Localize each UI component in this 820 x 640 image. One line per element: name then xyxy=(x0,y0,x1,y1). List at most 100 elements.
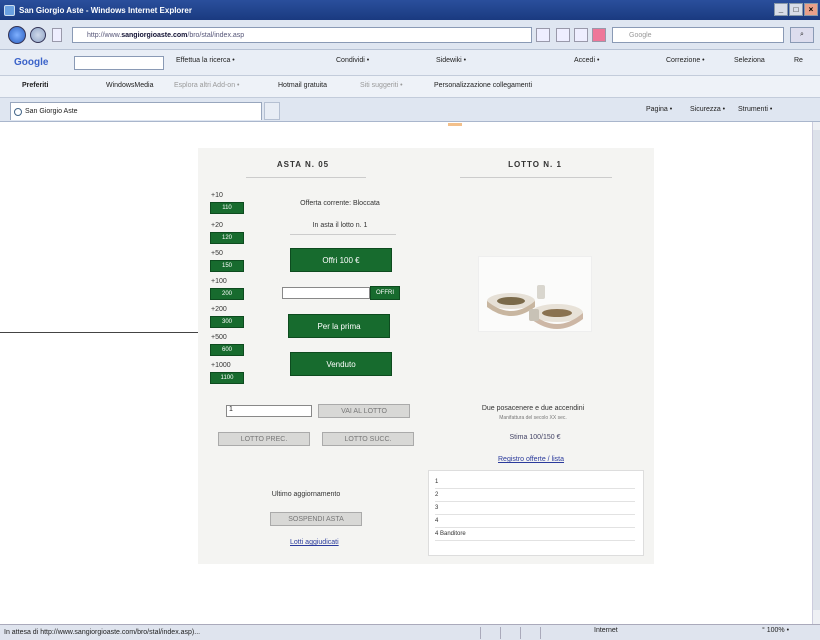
close-button[interactable]: × xyxy=(804,3,818,16)
suspend-auction-button[interactable]: SOSPENDI ASTA xyxy=(270,512,362,526)
lot-estimate: Stima 100/150 € xyxy=(509,434,561,441)
title-bar: San Giorgio Aste - Windows Internet Expl… xyxy=(0,0,820,20)
lot-header: LOTTO N. 1 xyxy=(508,160,562,169)
increment-label-10: +10 xyxy=(211,192,223,199)
window-title: San Giorgio Aste - Windows Internet Expl… xyxy=(19,5,192,15)
new-tab-button[interactable] xyxy=(264,102,280,120)
maximize-button[interactable]: □ xyxy=(789,3,803,16)
prev-lot-button[interactable]: LOTTO PREC. xyxy=(218,432,310,446)
increment-label-500: +500 xyxy=(211,334,227,341)
awarded-lots-link[interactable]: Lotti aggiudicati xyxy=(290,539,339,546)
first-call-button[interactable]: Per la prima xyxy=(288,314,390,338)
auction-header: ASTA N. 05 xyxy=(276,160,330,169)
current-offer-text: Offerta corrente: Bloccata xyxy=(300,200,380,207)
goto-lot-button[interactable]: VAI AL LOTTO xyxy=(318,404,410,418)
history-row: 4 xyxy=(435,518,635,528)
url-domain: sangiorgioaste.com xyxy=(121,31,188,39)
compat-view-button[interactable] xyxy=(556,28,570,42)
increment-label-1000: +1000 xyxy=(211,362,231,369)
browser-window: San Giorgio Aste - Windows Internet Expl… xyxy=(0,0,820,640)
tab-bar: San Giorgio Aste Pagina • Sicurezza • St… xyxy=(0,98,820,122)
fav-suggested[interactable]: Siti suggeriti • xyxy=(360,82,403,89)
increment-button-100[interactable]: 200 xyxy=(210,288,244,300)
forward-button[interactable] xyxy=(30,27,46,43)
history-row: 1 xyxy=(435,479,635,489)
offer-register-link[interactable]: Registro offerte / lista xyxy=(498,456,564,463)
lot-photo xyxy=(478,256,592,332)
increment-label-20: +20 xyxy=(211,222,223,229)
google-select-button[interactable]: Seleziona xyxy=(734,57,765,64)
offer-rule xyxy=(290,234,396,235)
status-segment xyxy=(520,627,534,639)
google-share-button[interactable]: Condividi • xyxy=(336,57,369,64)
next-lot-button[interactable]: LOTTO SUCC. xyxy=(322,432,414,446)
url-prefix: http://www. xyxy=(87,31,122,39)
increment-label-50: +50 xyxy=(211,250,223,257)
address-toolbar: http://www. sangiorgioaste.com /bro/stal… xyxy=(0,20,820,50)
last-update-text: Ultimo aggiornamento xyxy=(271,491,341,498)
history-row: 4 Banditore xyxy=(435,531,635,541)
increment-button-10[interactable]: 110 xyxy=(210,202,244,214)
tab-current[interactable]: San Giorgio Aste xyxy=(10,102,262,120)
back-button[interactable] xyxy=(8,26,26,44)
page-top-marker xyxy=(448,123,462,126)
google-spell-button[interactable]: Correzione • xyxy=(666,57,705,64)
favorites-bar: Preferiti WindowsMedia Esplora altri Add… xyxy=(0,76,820,98)
fav-hotmail[interactable]: Hotmail gratuita xyxy=(278,82,327,89)
history-row: 2 xyxy=(435,492,635,502)
status-segment xyxy=(500,627,514,639)
history-dropdown[interactable] xyxy=(52,28,62,42)
google-more-button[interactable]: Re xyxy=(794,57,803,64)
google-sidewiki-button[interactable]: Sidewiki • xyxy=(436,57,466,64)
lot-subtitle: Manifattura del secolo XX sec. xyxy=(499,415,567,421)
google-toolbar: Google Effettua la ricerca • Condividi •… xyxy=(0,50,820,76)
address-input[interactable]: http://www. sangiorgioaste.com /bro/stal… xyxy=(72,27,532,43)
google-logo: Google xyxy=(14,57,49,68)
stop-button[interactable] xyxy=(592,28,606,42)
security-zone: Internet xyxy=(594,627,618,634)
increment-button-50[interactable]: 150 xyxy=(210,260,244,272)
status-text: In attesa di http://www.sangiorgioaste.c… xyxy=(4,629,201,636)
auction-header-rule xyxy=(246,177,366,178)
goto-lot-input[interactable]: 1 xyxy=(226,405,312,417)
status-bar: In attesa di http://www.sangiorgioaste.c… xyxy=(0,624,820,640)
fav-addons[interactable]: Esplora altri Add-on • xyxy=(174,82,240,89)
page-icon xyxy=(14,108,22,116)
page-menu[interactable]: Pagina • xyxy=(646,106,672,113)
favorites-button[interactable]: Preferiti xyxy=(22,82,48,89)
increment-button-20[interactable]: 120 xyxy=(210,232,244,244)
offer-amount-input[interactable] xyxy=(282,287,370,299)
google-signin-button[interactable]: Accedi • xyxy=(574,57,599,64)
google-search-button[interactable]: Effettua la ricerca • xyxy=(176,57,235,64)
lot-header-rule xyxy=(460,177,612,178)
minimize-button[interactable]: _ xyxy=(774,3,788,16)
increment-button-1000[interactable]: 1100 xyxy=(210,372,244,384)
refresh-button[interactable] xyxy=(574,28,588,42)
zoom-control[interactable]: ° 100% • xyxy=(762,627,789,634)
lot-title: Due posacenere e due accendini xyxy=(481,405,585,412)
offer-submit-button[interactable]: OFFRI xyxy=(370,286,400,300)
status-segment xyxy=(480,627,494,639)
history-row: 3 xyxy=(435,505,635,515)
ie-icon xyxy=(4,4,15,16)
google-search-input[interactable] xyxy=(74,56,164,70)
address-dropdown[interactable] xyxy=(536,28,550,42)
url-path: /bro/stal/index.asp xyxy=(187,31,245,39)
status-segment xyxy=(540,627,554,639)
increment-button-500[interactable]: 600 xyxy=(210,344,244,356)
tab-label: San Giorgio Aste xyxy=(25,108,78,115)
safety-menu[interactable]: Sicurezza • xyxy=(690,106,725,113)
tools-menu[interactable]: Strumenti • xyxy=(738,106,772,113)
increment-label-200: +200 xyxy=(211,306,227,313)
vertical-scrollbar[interactable] xyxy=(812,122,820,624)
sold-button[interactable]: Venduto xyxy=(290,352,392,376)
increment-label-100: +100 xyxy=(211,278,227,285)
search-go-button[interactable]: ⌕ xyxy=(790,27,814,43)
increment-button-200[interactable]: 300 xyxy=(210,316,244,328)
offer-button[interactable]: Offri 100 € xyxy=(290,248,392,272)
window-controls: _ □ × xyxy=(774,3,818,16)
fav-customize[interactable]: Personalizzazione collegamenti xyxy=(434,82,532,89)
fav-windowsmedia[interactable]: WindowsMedia xyxy=(106,82,153,89)
bid-history-table: 1 2 3 4 4 Banditore xyxy=(428,470,644,556)
search-input[interactable]: Google xyxy=(612,27,784,43)
